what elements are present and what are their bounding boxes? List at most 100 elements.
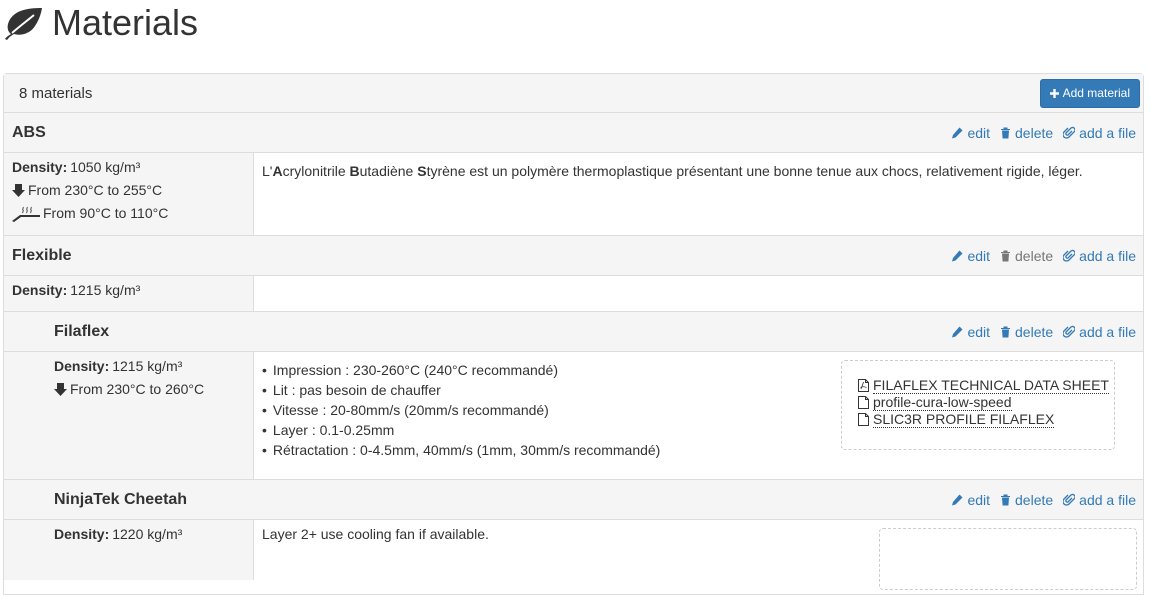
- add-file-link[interactable]: add a file: [1063, 125, 1136, 141]
- file-name: FILAFLEX TECHNICAL DATA SHEET: [873, 377, 1109, 394]
- file-icon: [858, 413, 869, 426]
- add-material-button[interactable]: Add material: [1039, 78, 1140, 108]
- material-body-abs: Density: 1050 kg/m³ From 230°C to 255°C F…: [4, 153, 1143, 236]
- extruder-temp-line: From 230°C to 255°C: [12, 179, 253, 202]
- material-name: ABS: [12, 123, 46, 141]
- material-actions: edit delete add a file: [951, 248, 1136, 264]
- material-description: L'Acrylonitrile Butadiène Styrène est un…: [254, 153, 1143, 189]
- extruder-temp-line: From 230°C to 260°C: [54, 378, 253, 401]
- material-header-flexible: Flexible edit delete add a file: [4, 236, 1143, 276]
- materials-panel: 8 materials Add material ABS edit delete…: [3, 73, 1144, 595]
- paperclip-icon: [1063, 249, 1076, 262]
- delete-link[interactable]: delete: [1000, 492, 1053, 508]
- add-file-link[interactable]: add a file: [1063, 492, 1136, 508]
- add-file-link[interactable]: add a file: [1063, 324, 1136, 340]
- pencil-icon: [952, 494, 963, 505]
- materials-count: 8 materials: [19, 84, 93, 102]
- trash-icon: [1001, 250, 1011, 261]
- density-line: Density: 1215 kg/m³: [54, 355, 253, 378]
- page-title: Materials: [52, 2, 199, 43]
- edit-label: edit: [967, 247, 991, 264]
- panel-header: 8 materials Add material: [4, 74, 1143, 113]
- description-text: utadiène: [359, 163, 418, 179]
- material-name: NinjaTek Cheetah: [54, 490, 188, 508]
- pdf-file-icon: [858, 379, 869, 392]
- material-header-filaflex: Filaflex edit delete add a file: [4, 312, 1143, 352]
- edit-label: edit: [967, 124, 991, 141]
- delete-label: delete: [1015, 247, 1054, 264]
- density-label: Density:: [12, 159, 68, 175]
- description-bold: B: [349, 163, 360, 179]
- add-material-label: Add material: [1062, 86, 1130, 100]
- material-header-ninjatek-cheetah: NinjaTek Cheetah edit delete add a file: [4, 480, 1143, 520]
- leaf-icon: [5, 8, 42, 40]
- edit-link[interactable]: edit: [951, 248, 990, 264]
- material-properties: Density: 1215 kg/m³: [4, 276, 253, 311]
- paperclip-icon: [1063, 126, 1076, 139]
- material-description-area: Impression : 230-260°C (240°C recommandé…: [253, 352, 1143, 479]
- pencil-icon: [952, 326, 963, 337]
- density-line: Density: 1215 kg/m³: [12, 279, 253, 302]
- add-file-label: add a file: [1079, 491, 1136, 508]
- bed-temp-line: From 90°C to 110°C: [12, 202, 253, 225]
- bed-temp-value: From 90°C to 110°C: [43, 205, 169, 221]
- delete-link[interactable]: delete: [1000, 125, 1053, 141]
- plus-icon: [1049, 88, 1059, 98]
- paperclip-icon: [1063, 325, 1076, 338]
- file-icon: [858, 396, 869, 409]
- description-text: tyrène est un polymère thermoplastique p…: [426, 163, 1083, 179]
- material-actions: edit delete add a file: [951, 125, 1136, 141]
- extruder-temp-value: From 230°C to 260°C: [70, 381, 205, 397]
- density-label: Density:: [12, 282, 68, 298]
- density-label: Density:: [54, 526, 110, 542]
- file-name: SLIC3R PROFILE FILAFLEX: [873, 411, 1055, 428]
- description-text: crylonitrile: [282, 163, 350, 179]
- density-value: 1050 kg/m³: [70, 159, 141, 175]
- trash-icon: [1001, 127, 1011, 138]
- extruder-icon: [54, 383, 67, 396]
- pencil-icon: [952, 127, 963, 138]
- extruder-icon: [12, 184, 25, 197]
- attached-files: [879, 528, 1137, 590]
- material-header-abs: ABS edit delete add a file: [4, 113, 1143, 153]
- material-description-area: L'Acrylonitrile Butadiène Styrène est un…: [253, 153, 1143, 235]
- material-actions: edit delete add a file: [951, 324, 1136, 340]
- trash-icon: [1001, 494, 1011, 505]
- add-file-label: add a file: [1079, 247, 1136, 264]
- edit-label: edit: [967, 323, 991, 340]
- add-file-label: add a file: [1079, 323, 1136, 340]
- file-link[interactable]: FILAFLEX TECHNICAL DATA SHEET: [858, 377, 1114, 394]
- density-line: Density: 1220 kg/m³: [54, 523, 253, 546]
- edit-link[interactable]: edit: [951, 492, 990, 508]
- material-properties: Density: 1220 kg/m³: [4, 520, 253, 580]
- file-link[interactable]: SLIC3R PROFILE FILAFLEX: [858, 411, 1114, 428]
- material-body-ninjatek-cheetah: Density: 1220 kg/m³ Layer 2+ use cooling …: [4, 520, 1143, 590]
- attached-files: FILAFLEX TECHNICAL DATA SHEET profile-cu…: [841, 360, 1115, 450]
- material-body-filaflex: Density:1215 kg/m³ From 230°C to 260°C I…: [4, 352, 1143, 480]
- material-description-area: Layer 2+ use cooling fan if available.: [253, 520, 1143, 590]
- heated-bed-icon: [12, 206, 40, 222]
- add-file-link[interactable]: add a file: [1063, 248, 1136, 264]
- density-value: 1215 kg/m³: [112, 358, 183, 374]
- material-name: Filaflex: [54, 322, 110, 340]
- page-header: Materials: [4, 0, 198, 46]
- edit-link[interactable]: edit: [951, 324, 990, 340]
- description-text: L': [262, 163, 273, 179]
- trash-icon: [1001, 326, 1011, 337]
- density-value: 1215 kg/m³: [70, 282, 141, 298]
- delete-link[interactable]: delete: [1000, 324, 1053, 340]
- material-description-area: [253, 276, 1143, 311]
- material-properties: Density: 1215 kg/m³ From 230°C to 260°C: [4, 352, 253, 479]
- extruder-temp-value: From 230°C to 255°C: [28, 182, 163, 198]
- edit-label: edit: [967, 491, 991, 508]
- edit-link[interactable]: edit: [951, 125, 990, 141]
- file-name: profile-cura-low-speed: [873, 394, 1012, 411]
- file-link[interactable]: profile-cura-low-speed: [858, 394, 1114, 411]
- description-bold: A: [272, 163, 283, 179]
- delete-label: delete: [1015, 323, 1054, 340]
- material-body-flexible: Density: 1215 kg/m³: [4, 276, 1143, 312]
- delete-link-disabled: delete: [1000, 248, 1053, 264]
- add-file-label: add a file: [1079, 124, 1136, 141]
- material-actions: edit delete add a file: [951, 492, 1136, 508]
- density-line: Density: 1050 kg/m³: [12, 156, 253, 179]
